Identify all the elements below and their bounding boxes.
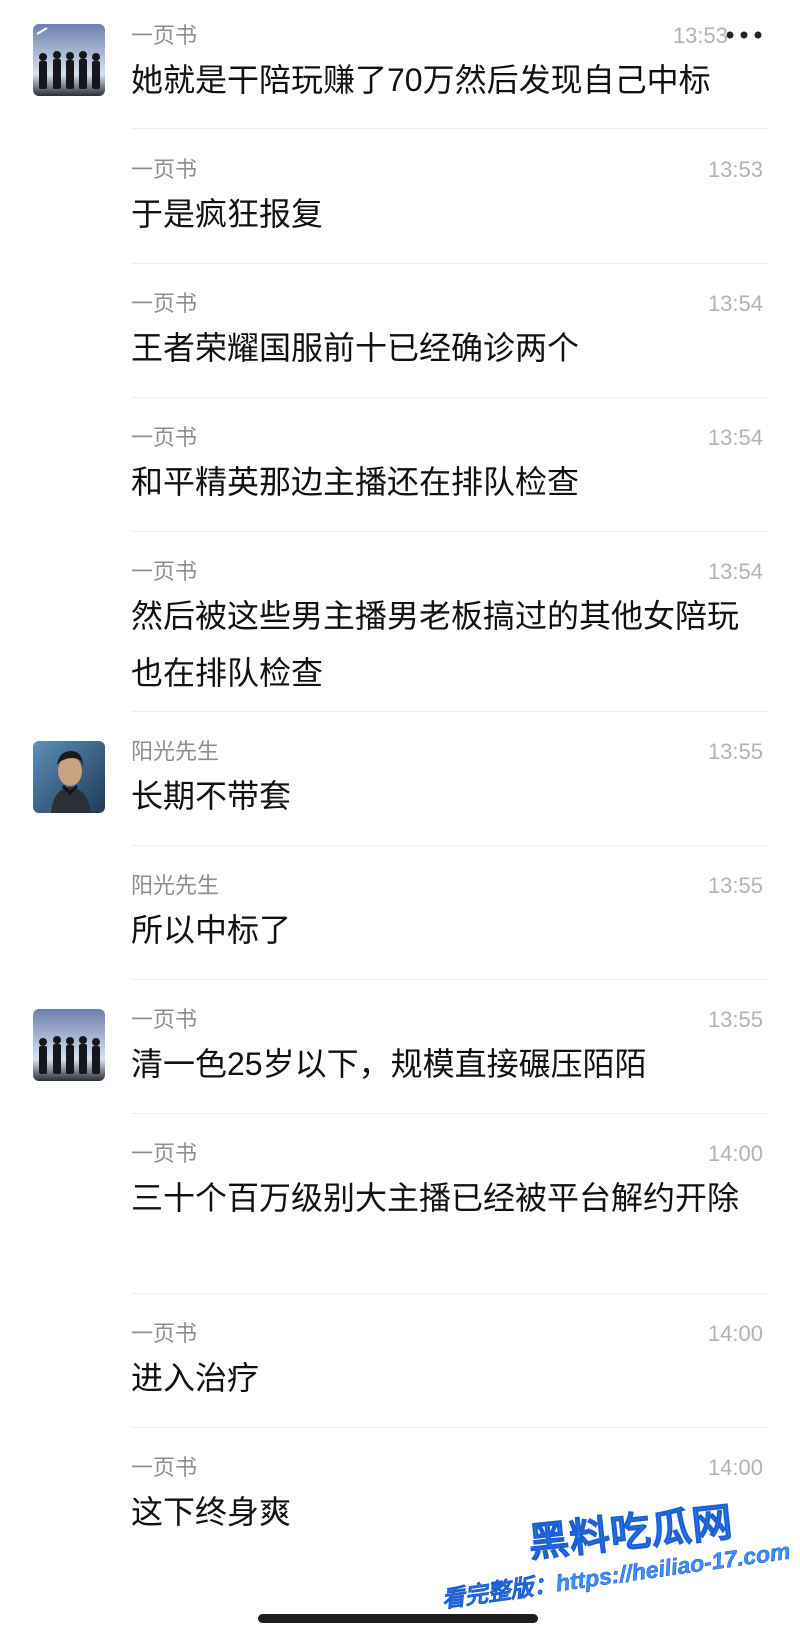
sender-name: 一页书 bbox=[131, 1321, 198, 1346]
sender-name: 一页书 bbox=[131, 1141, 198, 1166]
message-text: 于是疯狂报复 bbox=[131, 196, 324, 232]
message-item[interactable]: 一页书 她就是干陪玩赚了70万然后发现自己中标 bbox=[0, 0, 800, 130]
group-silhouette-avatar-icon bbox=[33, 24, 105, 96]
man-portrait-avatar-icon bbox=[33, 741, 105, 813]
message-item[interactable]: 阳光先生 13:55 所以中标了 bbox=[0, 846, 800, 980]
message-item[interactable]: 一页书 13:53 于是疯狂报复 bbox=[0, 130, 800, 264]
message-time: 13:54 bbox=[707, 559, 763, 584]
message-time: 14:00 bbox=[707, 1455, 763, 1480]
message-text: 长期不带套 bbox=[131, 778, 292, 814]
sender-name: 一页书 bbox=[131, 23, 198, 48]
sender-name: 阳光先生 bbox=[131, 739, 220, 764]
sender-name: 一页书 bbox=[131, 559, 198, 584]
sender-name: 一页书 bbox=[131, 1007, 198, 1032]
message-item[interactable]: 一页书 13:54 和平精英那边主播还在排队检查 bbox=[0, 398, 800, 532]
message-item[interactable]: 一页书 13:54 然后被这些男主播男老板搞过的其他女陪玩也在排队检查 bbox=[0, 532, 800, 712]
message-time: 13:53 bbox=[707, 157, 763, 182]
sender-name: 一页书 bbox=[131, 157, 198, 182]
message-time: 14:00 bbox=[707, 1321, 763, 1346]
more-dots-icon[interactable] bbox=[725, 26, 763, 40]
message-time: 13:55 bbox=[707, 873, 763, 898]
message-item[interactable]: 一页书 13:54 王者荣耀国服前十已经确诊两个 bbox=[0, 264, 800, 398]
message-time: 14:00 bbox=[707, 1141, 763, 1166]
divider bbox=[131, 128, 767, 129]
message-item[interactable]: 一页书 13:55 清一色25岁以下，规模直接碾压陌陌 bbox=[0, 980, 800, 1114]
sender-name: 一页书 bbox=[131, 1455, 198, 1480]
watermark: 黑料吃瓜网 看完整版：https://heiliao-17.com bbox=[440, 1498, 792, 1618]
message-text: 所以中标了 bbox=[131, 912, 292, 948]
home-indicator[interactable] bbox=[258, 1614, 538, 1623]
message-text: 她就是干陪玩赚了70万然后发现自己中标 bbox=[131, 62, 711, 98]
avatar[interactable] bbox=[33, 24, 105, 96]
chat-history: 一页书 她就是干陪玩赚了70万然后发现自己中标 13:53 一页书 13:53 … bbox=[0, 0, 800, 1638]
avatar[interactable] bbox=[33, 1009, 105, 1081]
message-text: 和平精英那边主播还在排队检查 bbox=[131, 464, 580, 500]
message-text: 三十个百万级别大主播已经被平台解约开除 bbox=[131, 1180, 740, 1216]
message-item[interactable]: 一页书 14:00 进入治疗 bbox=[0, 1294, 800, 1428]
sender-name: 一页书 bbox=[131, 291, 198, 316]
message-time: 13:53 bbox=[672, 23, 728, 48]
message-item[interactable]: 阳光先生 13:55 长期不带套 bbox=[0, 712, 800, 846]
avatar[interactable] bbox=[33, 741, 105, 813]
sender-name: 阳光先生 bbox=[131, 873, 220, 898]
sender-name: 一页书 bbox=[131, 425, 198, 450]
message-time: 13:55 bbox=[707, 1007, 763, 1032]
message-time: 13:54 bbox=[707, 425, 763, 450]
message-item[interactable]: 一页书 14:00 三十个百万级别大主播已经被平台解约开除 bbox=[0, 1114, 800, 1294]
group-silhouette-avatar-icon bbox=[33, 1009, 105, 1081]
message-time: 13:55 bbox=[707, 739, 763, 764]
message-text: 王者荣耀国服前十已经确诊两个 bbox=[131, 330, 580, 366]
message-text: 然后被这些男主播男老板搞过的其他女陪玩也在排队检查 bbox=[131, 598, 740, 691]
message-text: 进入治疗 bbox=[131, 1360, 260, 1396]
message-text: 清一色25岁以下，规模直接碾压陌陌 bbox=[131, 1046, 647, 1082]
message-time: 13:54 bbox=[707, 291, 763, 316]
